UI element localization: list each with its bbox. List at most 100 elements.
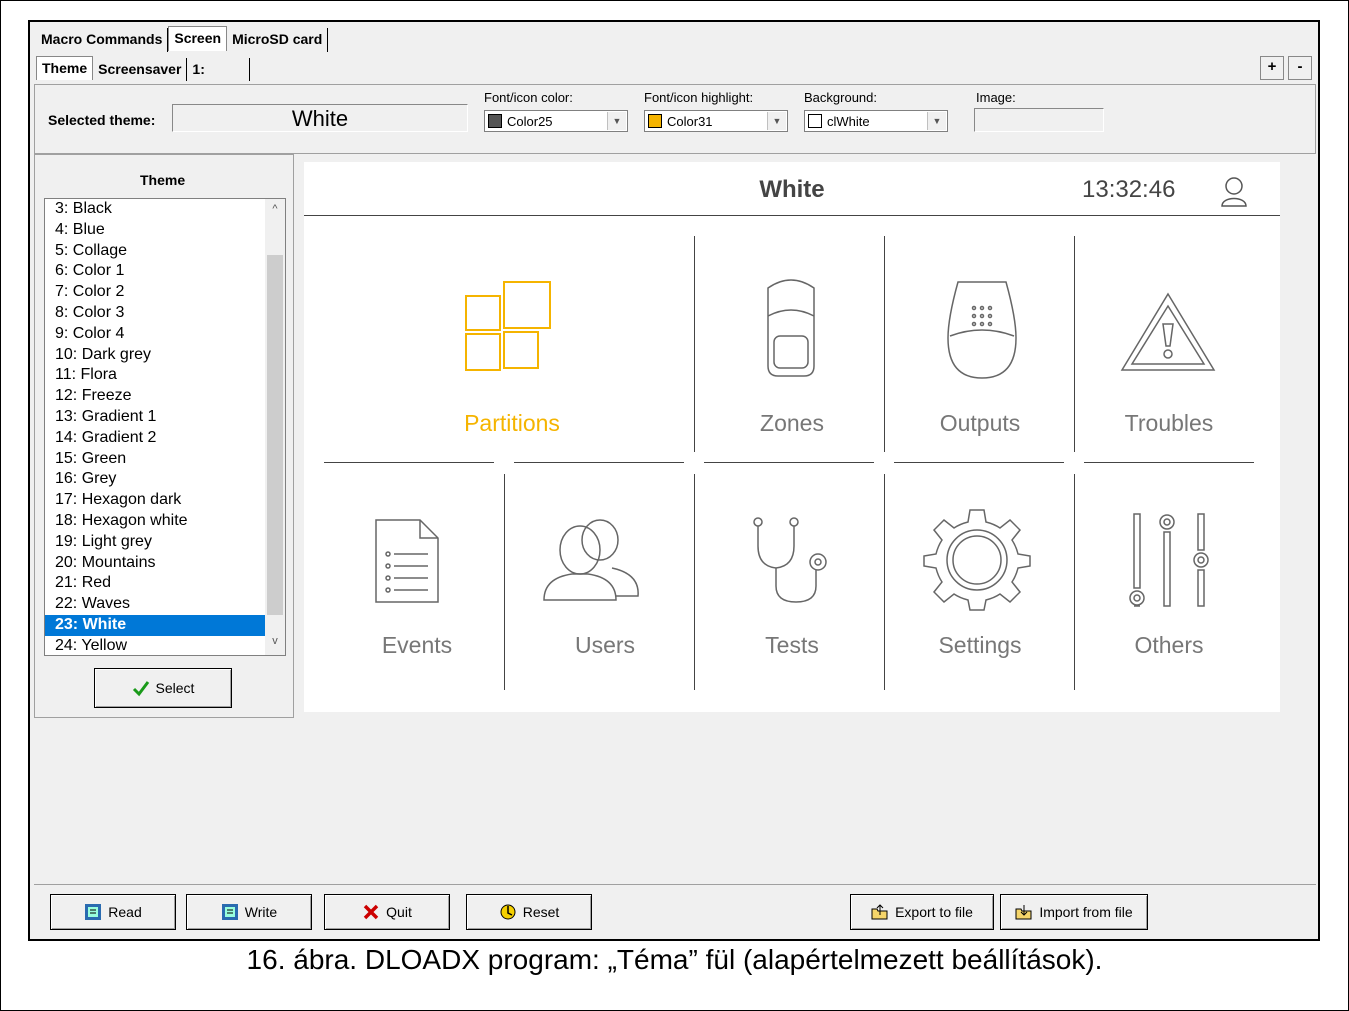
warning-icon — [1120, 292, 1216, 371]
highlight-label: Font/icon highlight: — [644, 90, 754, 105]
export-button[interactable]: Export to file — [850, 894, 994, 930]
gear-icon — [923, 509, 1031, 611]
highlight-select[interactable]: Color31 ▼ — [644, 110, 788, 132]
list-item[interactable]: 21: Red — [45, 573, 285, 594]
grid-divider — [884, 474, 885, 690]
background-select[interactable]: clWhite ▼ — [804, 110, 948, 132]
tile-label: Troubles — [1124, 410, 1214, 436]
font-color-select[interactable]: Color25 ▼ — [484, 110, 628, 132]
grid-divider — [884, 236, 885, 452]
tab-screen-1[interactable]: 1: — [187, 58, 251, 81]
selected-theme-label: Selected theme: — [48, 112, 156, 128]
list-item[interactable]: 13: Gradient 1 — [45, 407, 285, 428]
background-value: clWhite — [827, 114, 870, 129]
list-item[interactable]: 11: Flora — [45, 365, 285, 386]
quit-button-label: Quit — [386, 904, 412, 920]
preview-header-divider — [304, 215, 1280, 216]
chevron-up-icon[interactable]: ^ — [265, 203, 285, 221]
write-button-label: Write — [244, 904, 278, 920]
tile-label: Tests — [765, 632, 819, 658]
highlight-value: Color31 — [667, 114, 713, 129]
stethoscope-icon — [753, 517, 827, 603]
list-item[interactable]: 3: Black — [45, 199, 285, 220]
list-item[interactable]: 8: Color 3 — [45, 303, 285, 324]
write-button[interactable]: Write — [186, 894, 312, 930]
list-item[interactable]: 14: Gradient 2 — [45, 428, 285, 449]
partitions-icon — [465, 281, 551, 371]
document-icon — [375, 519, 439, 603]
tab-theme[interactable]: Theme — [36, 56, 94, 80]
grid-divider — [704, 462, 874, 463]
read-button[interactable]: Read — [50, 894, 176, 930]
tile-label: Users — [574, 632, 636, 658]
dloadx-window: Macro Commands Screen MicroSD card Theme… — [28, 20, 1320, 941]
chevron-down-icon[interactable]: v — [265, 635, 285, 653]
reset-button-label: Reset — [522, 904, 560, 920]
figure-caption: 16. ábra. DLOADX program: „Téma” fül (al… — [246, 944, 1103, 975]
chevron-down-icon[interactable]: ▼ — [767, 112, 786, 130]
quit-button[interactable]: Quit — [324, 894, 450, 930]
theme-list-title: Theme — [140, 172, 186, 188]
reset-icon — [500, 904, 516, 920]
import-button[interactable]: Import from file — [1000, 894, 1148, 930]
list-item[interactable]: 22: Waves — [45, 594, 285, 615]
read-icon — [85, 904, 102, 920]
list-item[interactable]: 12: Freeze — [45, 386, 285, 407]
tile-label: Settings — [938, 632, 1022, 658]
font-color-value: Color25 — [507, 114, 553, 129]
close-icon — [363, 904, 379, 920]
tab-microsd-card[interactable]: MicroSD card — [227, 28, 329, 52]
list-item[interactable]: 19: Light grey — [45, 532, 285, 553]
list-item[interactable]: 17: Hexagon dark — [45, 490, 285, 511]
list-item[interactable]: 10: Dark grey — [45, 345, 285, 366]
select-button-label: Select — [155, 680, 195, 696]
tile-label: Outputs — [939, 410, 1021, 436]
list-item[interactable]: 20: Mountains — [45, 553, 285, 574]
import-button-label: Import from file — [1039, 904, 1133, 920]
list-item[interactable]: 16: Grey — [45, 469, 285, 490]
list-item[interactable]: 24: Yellow — [45, 636, 285, 655]
grid-divider — [894, 462, 1064, 463]
image-label: Image: — [976, 90, 1016, 105]
reset-button[interactable]: Reset — [466, 894, 592, 930]
list-item[interactable]: 6: Color 1 — [45, 261, 285, 282]
theme-preview: White 13:32:46 Partitions Zones Outputs … — [304, 162, 1280, 712]
grid-divider — [1074, 474, 1075, 690]
list-item[interactable]: 23: White — [45, 614, 285, 636]
tab-macro-commands[interactable]: Macro Commands — [36, 28, 169, 52]
checkmark-icon — [132, 681, 149, 697]
top-tabs: Macro Commands Screen MicroSD card — [36, 26, 329, 52]
grid-divider — [694, 236, 695, 452]
folder-export-icon — [871, 904, 888, 920]
scrollbar-thumb[interactable] — [267, 255, 283, 615]
tile-label: Zones — [760, 410, 824, 436]
color-swatch — [808, 114, 822, 128]
tab-screen[interactable]: Screen — [168, 26, 228, 51]
list-item[interactable]: 18: Hexagon white — [45, 511, 285, 532]
color-swatch — [488, 114, 502, 128]
list-item[interactable]: 15: Green — [45, 449, 285, 470]
list-item[interactable]: 4: Blue — [45, 220, 285, 241]
theme-listbox[interactable]: 3: Black 4: Blue 5: Collage 6: Color 1 7: Co… — [44, 198, 286, 656]
grid-divider — [1074, 236, 1075, 452]
list-item[interactable]: 5: Collage — [45, 241, 285, 262]
chevron-down-icon[interactable]: ▼ — [927, 112, 946, 130]
chevron-down-icon[interactable]: ▼ — [607, 112, 626, 130]
add-screen-button[interactable]: + — [1260, 56, 1284, 80]
background-label: Background: — [804, 90, 877, 105]
user-icon — [1221, 177, 1247, 207]
remove-screen-button[interactable]: - — [1288, 56, 1312, 80]
select-button[interactable]: Select — [94, 668, 232, 708]
list-item[interactable]: 7: Color 2 — [45, 282, 285, 303]
write-icon — [221, 904, 238, 920]
folder-import-icon — [1015, 905, 1032, 920]
image-field[interactable] — [974, 108, 1104, 132]
sliders-icon — [1129, 513, 1209, 607]
font-color-label: Font/icon color: — [484, 90, 573, 105]
sub-tabs: Theme Screensaver 1: — [36, 56, 251, 82]
tile-label: Events — [381, 632, 453, 658]
tab-screensaver[interactable]: Screensaver — [93, 58, 188, 81]
list-item[interactable]: 9: Color 4 — [45, 324, 285, 345]
list-scrollbar[interactable]: ^ v — [265, 199, 285, 655]
theme-list-items: 3: Black 4: Blue 5: Collage 6: Color 1 7: Co… — [45, 199, 285, 655]
